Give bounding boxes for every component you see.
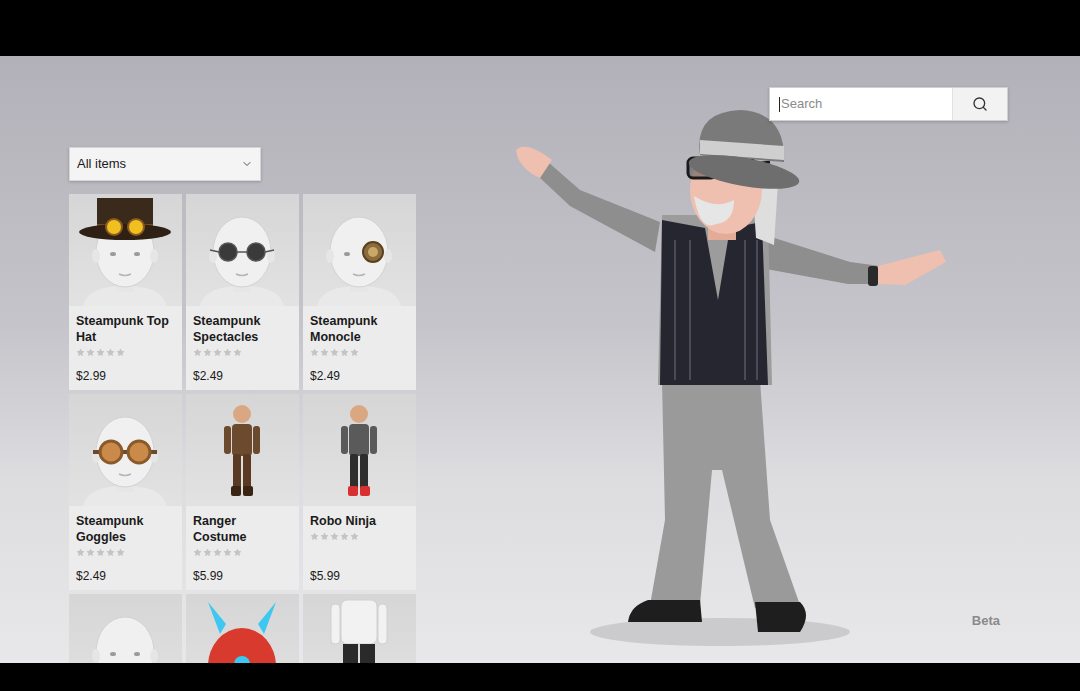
item-image <box>186 594 299 663</box>
rating-star-icon <box>213 548 222 557</box>
item-rating <box>193 548 292 557</box>
rating-star-icon <box>76 348 85 357</box>
rating-star-icon <box>310 348 319 357</box>
rating-star-icon <box>340 348 349 357</box>
rating-star-icon <box>76 548 85 557</box>
item-price: $2.49 <box>310 369 409 384</box>
item-info: Steampunk Goggles $2.49 <box>69 506 182 590</box>
item-price: $2.99 <box>76 369 175 384</box>
item-image <box>303 594 416 663</box>
rating-star-icon <box>193 548 202 557</box>
rating-star-icon <box>116 548 125 557</box>
item-info: Steampunk Spectacles $2.49 <box>186 306 299 390</box>
item-card[interactable]: Steampunk Monocle $2.49 <box>303 194 416 390</box>
rating-star-icon <box>193 348 202 357</box>
rating-star-icon <box>233 548 242 557</box>
rating-star-icon <box>350 348 359 357</box>
item-thumbnail-icon <box>303 194 416 306</box>
search-box[interactable]: Search <box>769 87 1008 121</box>
item-card[interactable] <box>303 594 416 663</box>
text-cursor <box>779 97 780 112</box>
item-info: Robo Ninja $5.99 <box>303 506 416 590</box>
top-letterbox <box>0 0 1080 56</box>
item-thumbnail-icon <box>186 394 299 506</box>
item-image <box>186 394 299 506</box>
item-grid: Steampunk Top Hat $2.99 Steampunk Spectacl… <box>69 194 430 663</box>
item-image <box>69 194 182 306</box>
item-thumbnail-icon <box>186 594 299 663</box>
app-screen: All itemsSteampunk Top Hat$2.99Steampunk… <box>0 0 1080 691</box>
item-name: Robo Ninja <box>310 513 409 529</box>
item-name: Steampunk Spectacles <box>193 313 292 345</box>
catalog-panel: All itemsSteampunk Top Hat$2.99Steampunk… <box>0 56 430 663</box>
avatar-figure-icon <box>430 56 1080 663</box>
rating-star-icon <box>350 532 359 541</box>
item-thumbnail-icon <box>69 394 182 506</box>
chevron-down-icon <box>241 158 253 170</box>
item-price: $5.99 <box>193 569 292 584</box>
item-name: Ranger Costume <box>193 513 292 545</box>
store-view: All itemsSteampunk Top Hat$2.99Steampunk… <box>0 56 1080 663</box>
rating-star-icon <box>310 532 319 541</box>
rating-star-icon <box>86 348 95 357</box>
rating-star-icon <box>340 532 349 541</box>
rating-star-icon <box>203 548 212 557</box>
item-image <box>303 394 416 506</box>
rating-star-icon <box>203 348 212 357</box>
item-info: Steampunk Monocle $2.49 <box>303 306 416 390</box>
rating-star-icon <box>106 348 115 357</box>
item-card[interactable]: Ranger Costume $5.99 <box>186 394 299 590</box>
item-thumbnail-icon <box>186 194 299 306</box>
beta-badge: Beta <box>972 611 1000 631</box>
rating-star-icon <box>96 548 105 557</box>
rating-star-icon <box>223 348 232 357</box>
rating-star-icon <box>116 348 125 357</box>
filter-dropdown[interactable]: All items <box>69 147 261 181</box>
item-image <box>186 194 299 306</box>
rating-star-icon <box>320 532 329 541</box>
item-rating <box>310 348 409 357</box>
item-image <box>69 594 182 663</box>
rating-star-icon <box>96 348 105 357</box>
rating-star-icon <box>330 348 339 357</box>
item-info: Ranger Costume $5.99 <box>186 506 299 590</box>
item-price: $2.49 <box>76 569 175 584</box>
search-button[interactable] <box>952 88 1007 120</box>
item-name: Steampunk Monocle <box>310 313 409 345</box>
rating-star-icon <box>330 532 339 541</box>
item-card[interactable]: Robo Ninja $5.99 <box>303 394 416 590</box>
filter-label: All items <box>77 154 126 174</box>
item-price: $5.99 <box>310 569 409 584</box>
item-thumbnail-icon <box>69 594 182 663</box>
search-placeholder: Search <box>781 94 822 114</box>
item-card[interactable]: Steampunk Goggles $2.49 <box>69 394 182 590</box>
item-price: $2.49 <box>193 369 292 384</box>
rating-star-icon <box>213 348 222 357</box>
item-name: Steampunk Top Hat <box>76 313 175 345</box>
item-rating <box>76 548 175 557</box>
rating-star-icon <box>233 348 242 357</box>
rating-star-icon <box>320 348 329 357</box>
bottom-letterbox <box>0 663 1080 691</box>
item-card[interactable]: Steampunk Spectacles $2.49 <box>186 194 299 390</box>
avatar-stage: Search Beta <box>430 56 1080 663</box>
magnifier-icon <box>972 96 988 112</box>
item-card[interactable]: Steampunk Top Hat $2.99 <box>69 194 182 390</box>
item-thumbnail-icon <box>69 194 182 306</box>
item-rating <box>76 348 175 357</box>
rating-star-icon <box>86 548 95 557</box>
item-image <box>69 394 182 506</box>
item-thumbnail-icon <box>303 394 416 506</box>
item-card[interactable] <box>69 594 182 663</box>
rating-star-icon <box>106 548 115 557</box>
item-card[interactable] <box>186 594 299 663</box>
item-name: Steampunk Goggles <box>76 513 175 545</box>
item-image <box>303 194 416 306</box>
rating-star-icon <box>223 548 232 557</box>
item-rating <box>193 348 292 357</box>
item-info: Steampunk Top Hat $2.99 <box>69 306 182 390</box>
item-rating <box>310 532 409 541</box>
item-thumbnail-icon <box>303 594 416 663</box>
